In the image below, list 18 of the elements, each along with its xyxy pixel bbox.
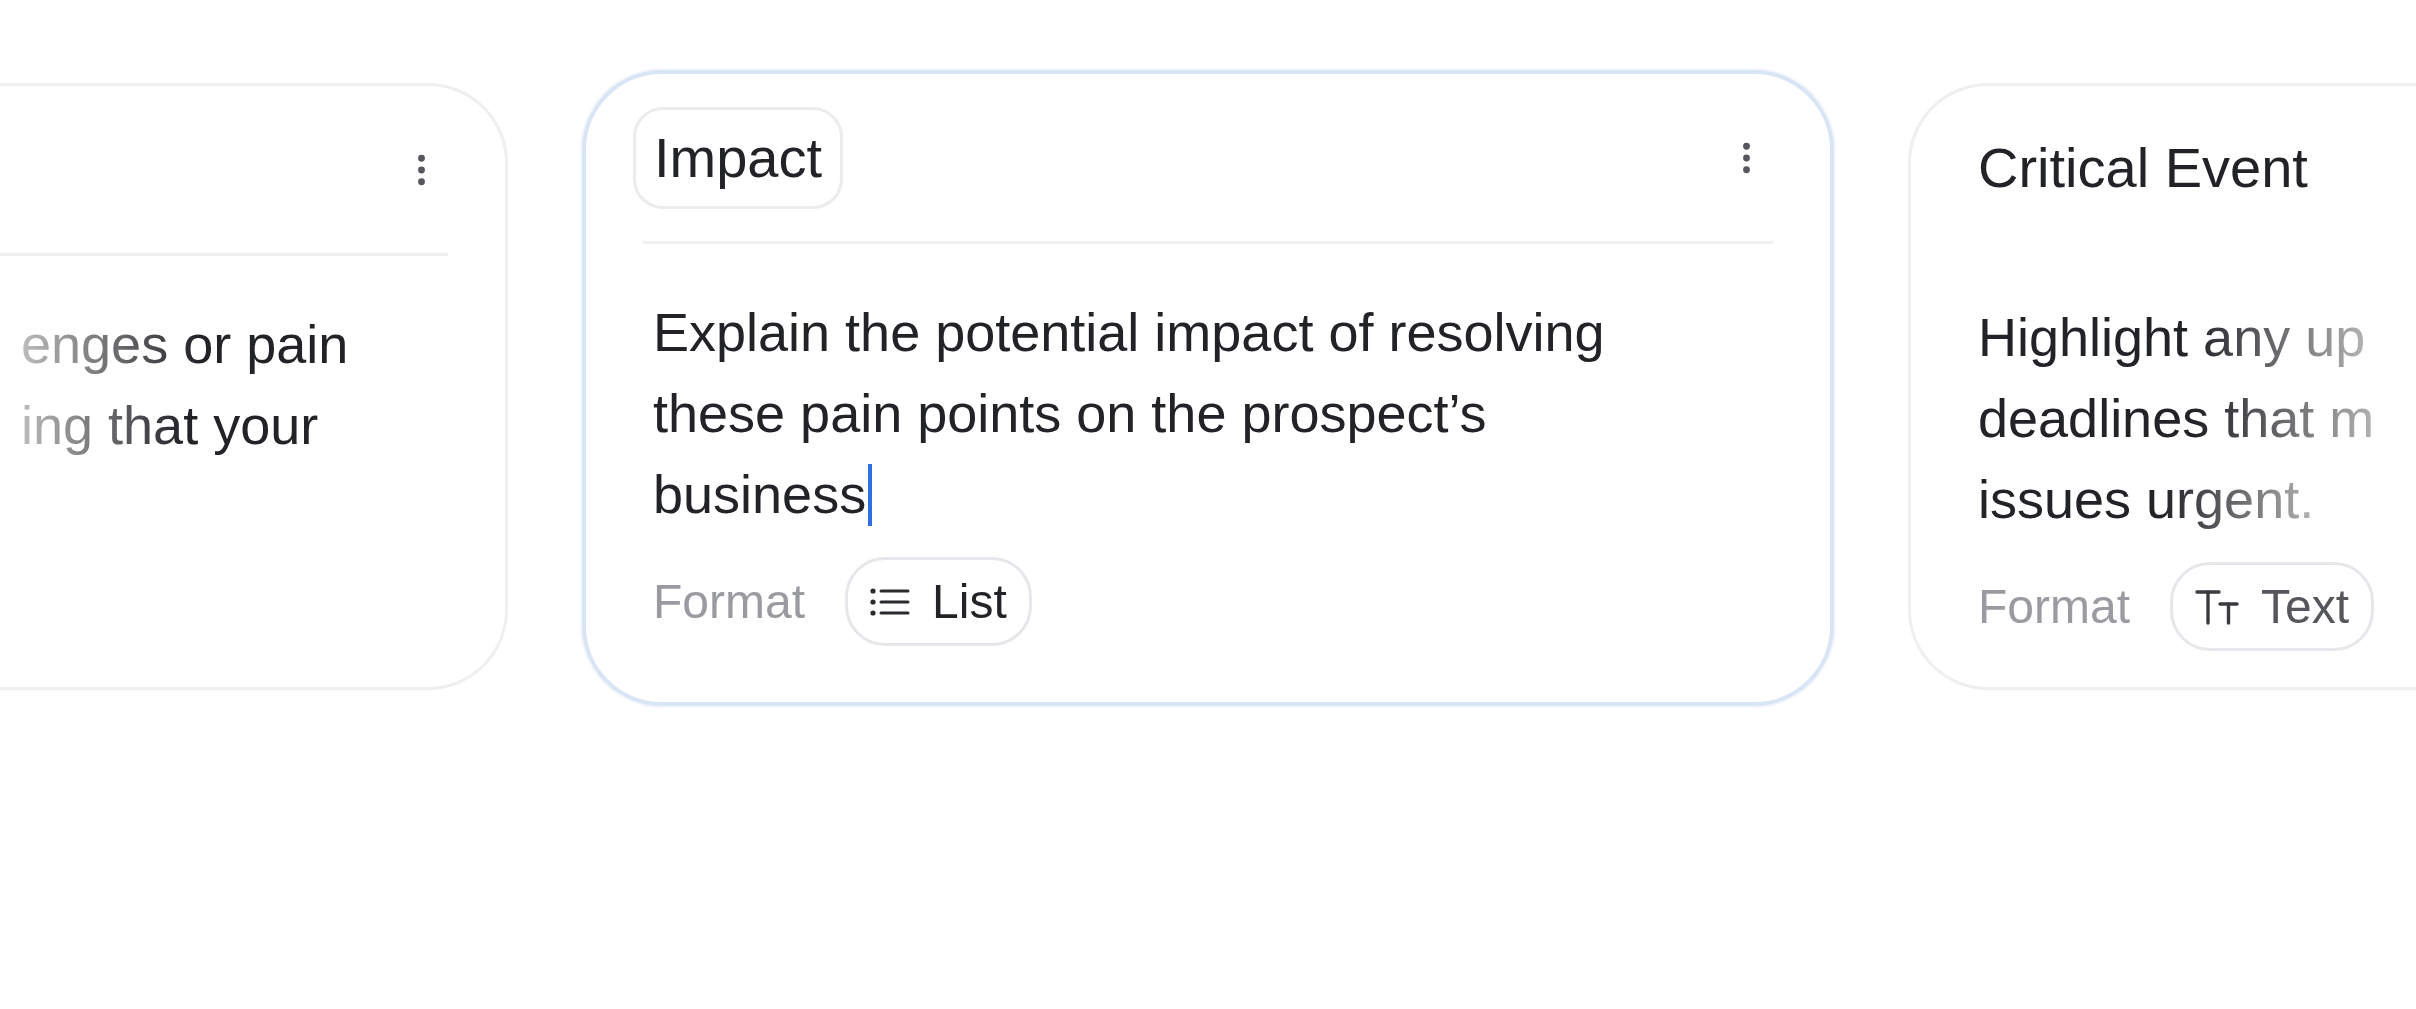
description-text[interactable]: business bbox=[653, 462, 867, 527]
format-label: Format bbox=[653, 574, 805, 629]
description-text[interactable]: enges or pain bbox=[21, 312, 349, 377]
description-text[interactable]: deadlines that m bbox=[1978, 386, 2375, 451]
description-text[interactable]: Highlight any up bbox=[1978, 305, 2366, 370]
more-icon[interactable] bbox=[417, 154, 426, 186]
list-icon bbox=[870, 587, 910, 616]
format-label: Format bbox=[1978, 579, 2130, 634]
description-text[interactable]: issues urgent. bbox=[1978, 467, 2315, 532]
card-title[interactable]: Impact bbox=[633, 107, 844, 209]
more-icon[interactable] bbox=[1742, 142, 1751, 174]
format-button[interactable]: List bbox=[845, 557, 1032, 646]
format-button[interactable]: Text bbox=[2170, 562, 2375, 651]
card-title[interactable]: Critical Event bbox=[1978, 120, 2308, 216]
description-text[interactable]: Explain the potential impact of resolving bbox=[653, 300, 1605, 365]
text-size-icon bbox=[2195, 588, 2239, 625]
description-text[interactable]: these pain points on the prospect’s bbox=[653, 381, 1487, 446]
description-text[interactable]: ing that your bbox=[21, 393, 319, 458]
